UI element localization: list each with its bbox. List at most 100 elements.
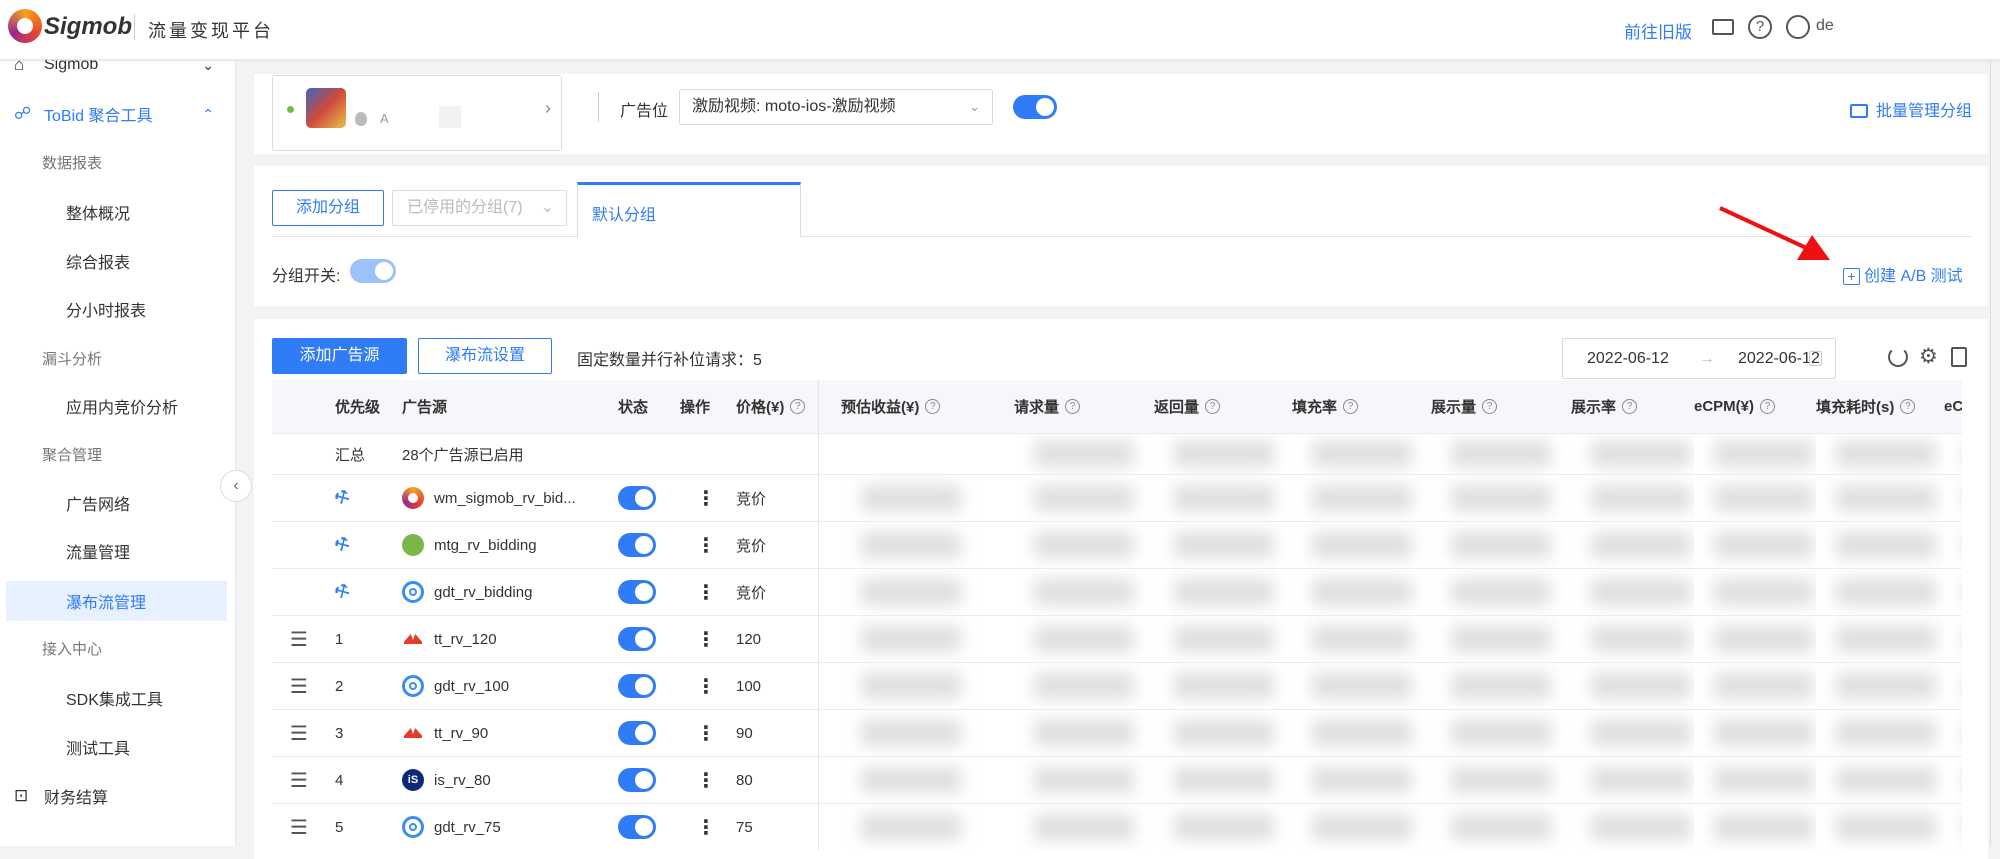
source-name[interactable]: mtg_rv_bidding [434,537,537,554]
source-toggle[interactable] [618,580,656,604]
source-toggle[interactable] [618,674,656,698]
date-range-picker[interactable]: 2022-06-12 → 2022-06-12 [1562,338,1836,379]
source-toggle[interactable] [618,815,656,839]
sidebar-item[interactable]: 分小时报表 [0,289,236,329]
arrow-right-icon: → [1699,350,1715,367]
source-name[interactable]: tt_rv_120 [434,631,497,648]
sidebar-item[interactable]: 流量管理 [0,531,236,571]
drag-handle-icon[interactable]: ☰ [272,804,335,850]
sidebar-item[interactable]: ⊡ 财务结算 [0,776,236,816]
disabled-groups-select[interactable]: 已停用的分组(7) ⌄ [392,190,567,226]
metric-cell [1571,757,1694,803]
help-icon[interactable]: ? [1748,15,1772,39]
source-cell[interactable]: iS is_rv_80 [402,757,618,803]
batch-manage-link[interactable]: 批量管理分组 [1850,97,1972,121]
more-actions-icon[interactable]: ⋮ [680,569,736,615]
add-source-button[interactable]: 添加广告源 [272,338,407,374]
metric-cell [1944,569,1962,615]
gear-icon[interactable]: ⚙ [1919,344,1938,369]
export-icon[interactable] [1951,347,1967,367]
help-icon[interactable]: ? [1065,399,1081,414]
help-icon[interactable]: ? [1205,399,1221,414]
blurred-value [1714,814,1814,840]
source-name[interactable]: tt_rv_90 [434,725,488,742]
metric-cell [1014,710,1154,756]
sidebar-item[interactable]: 测试工具 [0,727,236,767]
blurred-value [1714,485,1814,511]
help-icon[interactable]: ? [1900,399,1916,414]
placement-toggle[interactable] [1013,95,1057,119]
metric-cell [1694,475,1816,521]
more-actions-icon[interactable]: ⋮ [680,522,736,568]
date-end[interactable]: 2022-06-12 [1738,350,1820,368]
old-version-link[interactable]: 前往旧版 [1624,18,1692,43]
column-header-label: eCP [1944,398,1962,415]
source-toggle[interactable] [618,768,656,792]
mail-icon[interactable] [1712,19,1734,35]
source-toggle[interactable] [618,486,656,510]
more-actions-icon[interactable]: ⋮ [680,663,736,709]
user-name[interactable]: de [1816,17,1834,35]
help-icon[interactable]: ? [1760,399,1776,414]
sidebar-item[interactable]: 综合报表 [0,241,236,281]
more-actions-icon[interactable]: ⋮ [680,616,736,662]
placement-select[interactable]: 激励视频: moto-ios-激励视频 ⌄ [679,89,993,125]
source-cell[interactable]: tt_rv_120 [402,616,618,662]
waterfall-settings-button[interactable]: 瀑布流设置 [418,338,552,374]
blurred-value [1836,485,1936,511]
source-name[interactable]: is_rv_80 [434,772,491,789]
table-row: ⚒ wm_sigmob_rv_bid... ⋮ 竞价 [272,475,1962,522]
user-avatar-icon[interactable] [1786,15,1810,39]
source-name[interactable]: gdt_rv_75 [434,819,501,836]
date-start[interactable]: 2022-06-12 [1587,350,1669,368]
drag-handle-icon[interactable]: ☰ [272,663,335,709]
more-actions-icon[interactable]: ⋮ [680,804,736,850]
tab-default-group[interactable]: 默认分组 [577,182,801,237]
more-actions-icon[interactable]: ⋮ [680,710,736,756]
metric-cell [1154,616,1292,662]
source-cell[interactable]: gdt_rv_75 [402,804,618,850]
drag-handle-icon[interactable]: ☰ [272,757,335,803]
source-name[interactable]: gdt_rv_100 [434,678,509,695]
chevron-up-icon[interactable]: ⌃ [202,106,214,123]
source-cell[interactable]: mtg_rv_bidding [402,522,618,568]
priority-cell: 3 [335,710,402,756]
source-cell[interactable]: gdt_rv_bidding [402,569,618,615]
help-icon[interactable]: ? [1482,399,1498,414]
metric-cell [1571,569,1694,615]
redacted-block [439,106,461,128]
help-icon[interactable]: ? [1343,399,1359,414]
app-selector[interactable]: A › [272,75,562,151]
source-cell[interactable]: tt_rv_90 [402,710,618,756]
add-group-button[interactable]: 添加分组 [272,190,384,226]
help-icon[interactable]: ? [790,399,806,414]
more-actions-icon[interactable]: ⋮ [680,475,736,521]
sidebar-item[interactable]: ☍ ToBid 聚合工具 ⌃ [0,94,236,134]
source-cell[interactable]: wm_sigmob_rv_bid... [402,475,618,521]
more-actions-icon[interactable]: ⋮ [680,757,736,803]
help-icon[interactable]: ? [1622,399,1638,414]
blurred-value [1836,767,1936,793]
create-ab-test-link[interactable]: + 创建 A/B 测试 [1843,262,1963,286]
refresh-icon[interactable] [1888,347,1908,367]
source-toggle[interactable] [618,721,656,745]
source-cell[interactable]: gdt_rv_100 [402,663,618,709]
sidebar-item[interactable]: 瀑布流管理 [6,581,227,621]
source-name[interactable]: wm_sigmob_rv_bid... [434,490,576,507]
source-toggle[interactable] [618,627,656,651]
source-toggle[interactable] [618,533,656,557]
collapse-sidebar-button[interactable]: ‹ [220,470,252,502]
help-icon[interactable]: ? [925,399,941,414]
drag-handle-icon[interactable]: ☰ [272,710,335,756]
sidebar-item[interactable]: 整体概况 [0,192,236,232]
column-header: 填充耗时(s)? [1816,380,1944,433]
sidebar-item[interactable]: 广告网络 [0,483,236,523]
sidebar-item[interactable]: 应用内竞价分析 [0,386,236,426]
sidebar-item-label: ToBid 聚合工具 [44,108,153,125]
column-header-label: 广告源 [402,399,448,416]
drag-handle-icon[interactable]: ☰ [272,616,335,662]
source-name[interactable]: gdt_rv_bidding [434,584,532,601]
scrollbar[interactable] [1990,61,2000,846]
sidebar-item[interactable]: SDK集成工具 [0,678,236,718]
group-switch[interactable] [350,259,396,283]
